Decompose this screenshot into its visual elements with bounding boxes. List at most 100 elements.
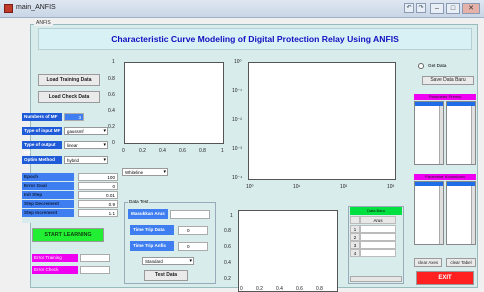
clear-tabel-button[interactable]: clear Tabel	[446, 258, 476, 267]
plot1-xtick: 0.8	[199, 148, 206, 154]
chevron-down-icon: ▾	[103, 157, 106, 163]
konsekuen-list-left[interactable]	[414, 181, 444, 245]
curve-type-select[interactable]: Whiteline ▾	[122, 168, 168, 176]
load-training-button[interactable]: Load Training Data	[38, 74, 100, 86]
plot3-ytick: 0.2	[224, 276, 231, 282]
epoch-field[interactable]: 100	[78, 173, 118, 181]
plot2-xtick: 10²	[340, 184, 348, 190]
plot1-xtick: 0.2	[139, 148, 146, 154]
konsekuen-right-scrollbar[interactable]	[471, 186, 475, 244]
table-cell[interactable]	[360, 249, 396, 257]
chevron-down-icon: ▾	[163, 169, 166, 175]
save-data-baru-button[interactable]: Save Data Baru	[422, 76, 474, 85]
konsekuen-list-right[interactable]	[446, 181, 476, 245]
data-baru-title: Data Baru	[350, 207, 402, 215]
table-corner	[350, 216, 360, 224]
redo-icon[interactable]: ↷	[416, 3, 426, 13]
plot3-xtick: 0.4	[276, 286, 283, 292]
premis-list-left[interactable]	[414, 101, 444, 165]
type-input-mf-select[interactable]: gaussmf ▾	[64, 127, 108, 135]
close-button[interactable]: ✕	[462, 3, 480, 14]
type-output-mf-label: Type of output MF	[22, 141, 62, 155]
plot2-xtick: 10⁰	[246, 184, 254, 190]
plot3-xtick: 0.2	[256, 286, 263, 292]
optim-method-select[interactable]: hybrid ▾	[64, 156, 108, 164]
epoch-label: Epoch	[22, 173, 74, 181]
plot3-ytick: 0.8	[224, 228, 231, 234]
table-cell[interactable]	[360, 225, 396, 233]
test-data-button[interactable]: Test Data	[144, 270, 188, 281]
table-row-header: 1	[350, 225, 360, 233]
plot3-ytick: 0.4	[224, 260, 231, 266]
panel-label: ANFIS	[34, 20, 53, 26]
table-row-header: 4	[350, 249, 360, 257]
plot1-ytick: 0	[112, 140, 115, 146]
type-input-mf-label: Type of input MF	[22, 127, 62, 135]
plot1-ytick: 0.8	[108, 76, 115, 82]
plot2-xtick: 10¹	[293, 184, 301, 190]
plot1-xtick: 1	[221, 148, 224, 154]
table-cell[interactable]	[360, 241, 396, 249]
plot2-ytick: 10⁻⁴	[232, 175, 243, 181]
plot2-ytick: 10⁻³	[232, 146, 242, 152]
parameter-konsekuen-header: Parameter Konsekuen	[414, 174, 476, 180]
table-row-header: 3	[350, 241, 360, 249]
type-output-mf-value: linear	[67, 143, 78, 148]
optim-method-value: hybrid	[67, 158, 79, 163]
plot1-ytick: 1	[112, 59, 115, 65]
maximize-button[interactable]: □	[446, 3, 460, 14]
step-increment-field[interactable]: 1.1	[78, 209, 118, 217]
chevron-down-icon: ▾	[103, 142, 106, 148]
window-title: main_ANFIS	[16, 4, 56, 11]
premis-right-scrollbar[interactable]	[471, 106, 475, 164]
plot1-ytick: 0.2	[108, 124, 115, 130]
time-trip-anfis-label: Time Trip Anfis	[130, 241, 174, 251]
error-training-field	[80, 254, 110, 262]
time-trip-data-field: 0	[178, 226, 208, 235]
plot1-xtick: 0.4	[159, 148, 166, 154]
error-goal-label: Error Goal	[22, 182, 74, 190]
table-cell[interactable]	[360, 233, 396, 241]
step-increment-label: Step Increment	[22, 209, 74, 217]
page-title: Characteristic Curve Modeling of Digital…	[111, 34, 399, 44]
table-scrollbar[interactable]	[350, 276, 402, 282]
plot3-ytick: 0.6	[224, 244, 231, 250]
table-header-arus: Arus	[360, 216, 396, 224]
konsekuen-left-scrollbar[interactable]	[439, 186, 443, 244]
plot1-ytick: 0.6	[108, 92, 115, 98]
masukkan-arus-field[interactable]	[170, 210, 210, 219]
init-step-field[interactable]: 0.01	[78, 191, 118, 199]
standard-select[interactable]: Standard ▾	[142, 257, 194, 265]
premis-left-scrollbar[interactable]	[439, 106, 443, 164]
plot2-xtick: 10³	[387, 184, 395, 190]
optim-method-label: Optim Method	[22, 156, 62, 164]
get-data-radio[interactable]	[418, 63, 424, 69]
clear-axes-button[interactable]: clear Axes	[414, 258, 442, 267]
time-trip-anfis-field: 0	[178, 242, 208, 251]
window-titlebar: main_ANFIS ↶ ↷ – □ ✕	[0, 0, 484, 18]
error-check-label: Error Check	[32, 266, 78, 274]
start-learning-button[interactable]: START LEARNING	[32, 228, 104, 242]
exit-button[interactable]: EXIT	[416, 271, 474, 285]
plot3-xtick: 0	[240, 286, 243, 292]
curve-type-value: Whiteline	[125, 170, 144, 175]
plot3-xtick: 0.8	[316, 286, 323, 292]
masukkan-arus-label: Masukkan Arus	[128, 209, 168, 219]
training-params: Epoch 100 Error Goal 0 Init Step 0.01 St…	[22, 173, 118, 223]
load-check-button[interactable]: Load Check Data	[38, 91, 100, 103]
plot3-ytick: 1	[230, 213, 233, 219]
chevron-down-icon: ▾	[103, 128, 106, 134]
error-plot	[238, 210, 338, 292]
plot2-ytick: 10⁰	[234, 59, 242, 65]
numbers-mf-field[interactable]: 3	[64, 113, 84, 121]
type-output-mf-select[interactable]: linear ▾	[64, 141, 108, 149]
error-goal-field[interactable]: 0	[78, 182, 118, 190]
minimize-button[interactable]: –	[430, 3, 444, 14]
undo-icon[interactable]: ↶	[404, 3, 414, 13]
parameter-premis-header: Parameter Premis	[414, 94, 476, 100]
chevron-down-icon: ▾	[189, 258, 192, 264]
get-data-label: Get Data	[428, 63, 447, 68]
step-decrement-field[interactable]: 0.9	[78, 200, 118, 208]
premis-list-right[interactable]	[446, 101, 476, 165]
app-icon	[4, 4, 13, 13]
